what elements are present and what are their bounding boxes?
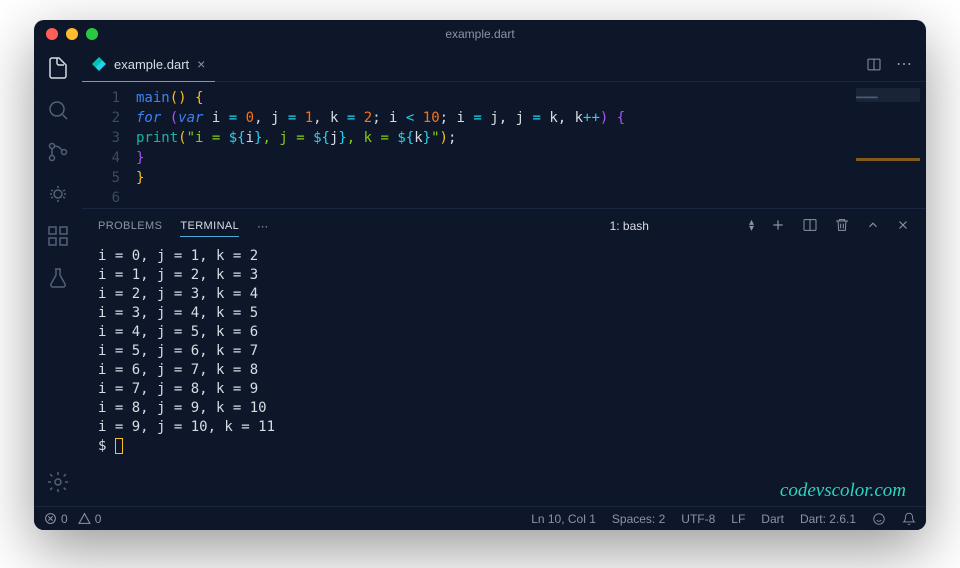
bottom-panel: PROBLEMS TERMINAL ⋯ 1: bash ▴▾ <box>82 208 926 506</box>
status-errors[interactable]: 0 <box>44 512 68 526</box>
status-encoding[interactable]: UTF-8 <box>681 512 715 526</box>
status-cursor-position[interactable]: Ln 10, Col 1 <box>531 512 596 526</box>
kill-terminal-icon[interactable] <box>834 217 850 236</box>
split-terminal-icon[interactable] <box>802 217 818 236</box>
search-icon[interactable] <box>46 98 70 122</box>
status-indentation[interactable]: Spaces: 2 <box>612 512 665 526</box>
window-title: example.dart <box>34 27 926 41</box>
terminal-cursor <box>115 438 123 454</box>
maximize-window-button[interactable] <box>86 28 98 40</box>
overview-ruler-marker <box>856 158 920 161</box>
activity-bar <box>34 48 82 506</box>
code-editor[interactable]: ▬▬▬▬▬▬ 1 2 3 4 5 6 main() { for (var i =… <box>82 82 926 208</box>
extensions-icon[interactable] <box>46 224 70 248</box>
status-warnings[interactable]: 0 <box>78 512 102 526</box>
minimize-window-button[interactable] <box>66 28 78 40</box>
status-eol[interactable]: LF <box>731 512 745 526</box>
panel-tabs: PROBLEMS TERMINAL ⋯ 1: bash ▴▾ <box>82 209 926 243</box>
more-actions-icon[interactable]: ⋯ <box>896 54 912 75</box>
window-controls <box>46 28 98 40</box>
debug-icon[interactable] <box>46 182 70 206</box>
terminal-selector[interactable]: 1: bash ▴▾ <box>610 219 754 233</box>
close-window-button[interactable] <box>46 28 58 40</box>
testing-icon[interactable] <box>46 266 70 290</box>
terminal-tab[interactable]: TERMINAL <box>180 220 239 237</box>
main-area: example.dart × ⋯ ▬▬▬▬▬▬ 1 2 3 4 <box>34 48 926 506</box>
status-language[interactable]: Dart <box>761 512 784 526</box>
maximize-panel-icon[interactable] <box>866 218 880 235</box>
explorer-icon[interactable] <box>46 56 70 80</box>
new-terminal-icon[interactable] <box>770 217 786 236</box>
statusbar: 0 0 Ln 10, Col 1 Spaces: 2 UTF-8 LF Dart… <box>34 506 926 530</box>
close-tab-icon[interactable]: × <box>197 56 205 72</box>
source-control-icon[interactable] <box>46 140 70 164</box>
minimap[interactable]: ▬▬▬▬▬▬ <box>856 88 920 102</box>
settings-icon[interactable] <box>46 470 70 494</box>
close-panel-icon[interactable] <box>896 218 910 235</box>
notifications-icon[interactable] <box>902 512 916 526</box>
line-number-gutter: 1 2 3 4 5 6 <box>82 88 136 208</box>
problems-tab[interactable]: PROBLEMS <box>98 220 162 232</box>
watermark: codevscolor.com <box>780 481 906 500</box>
status-dart-sdk[interactable]: Dart: 2.6.1 <box>800 512 856 526</box>
tab-example-dart[interactable]: example.dart × <box>82 48 215 82</box>
editor-area: example.dart × ⋯ ▬▬▬▬▬▬ 1 2 3 4 <box>82 48 926 506</box>
tab-filename: example.dart <box>114 57 189 72</box>
editor-tabs: example.dart × ⋯ <box>82 48 926 82</box>
code-content[interactable]: main() { for (var i = 0, j = 1, k = 2; i… <box>136 88 926 208</box>
feedback-icon[interactable] <box>872 512 886 526</box>
editor-actions: ⋯ <box>866 54 926 75</box>
vscode-window: example.dart <box>34 20 926 530</box>
panel-more-icon[interactable]: ⋯ <box>257 220 268 233</box>
terminal-output[interactable]: i = 0, j = 1, k = 2 i = 1, j = 2, k = 3 … <box>82 243 926 506</box>
split-editor-icon[interactable] <box>866 54 882 75</box>
titlebar: example.dart <box>34 20 926 48</box>
dart-file-icon <box>92 57 106 71</box>
select-arrows-icon: ▴▾ <box>749 220 754 232</box>
